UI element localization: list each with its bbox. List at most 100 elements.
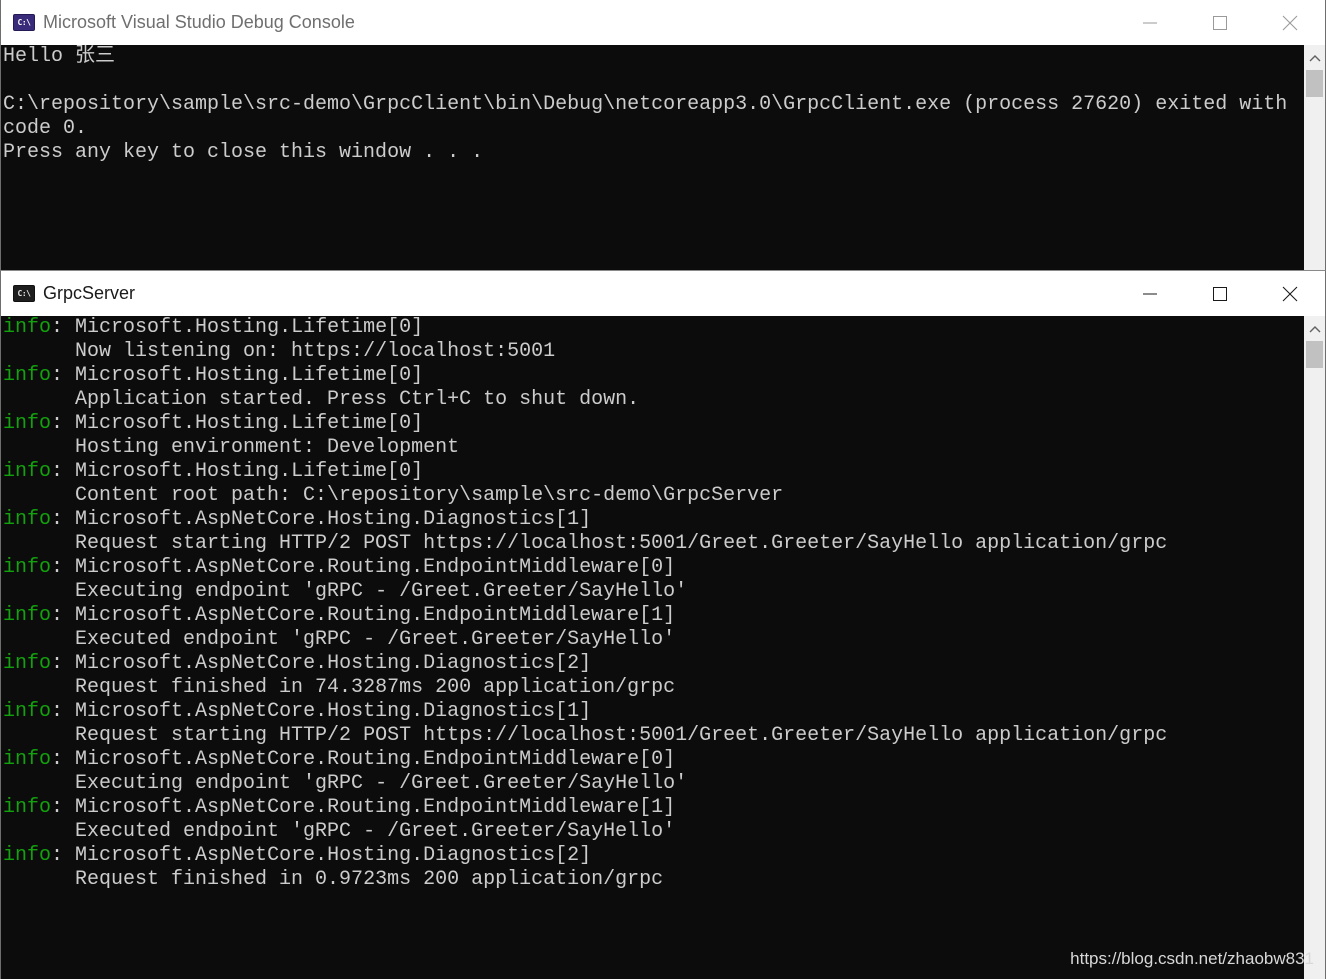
log-indent bbox=[3, 772, 75, 795]
log-separator: : bbox=[51, 604, 76, 627]
log-level: info bbox=[3, 604, 52, 627]
log-separator: : bbox=[51, 364, 76, 387]
log-separator: : bbox=[51, 316, 76, 339]
maximize-button[interactable] bbox=[1185, 271, 1255, 316]
log-category: Microsoft.Hosting.Lifetime[0] bbox=[75, 460, 424, 483]
log-message: Request starting HTTP/2 POST https://loc… bbox=[75, 532, 1168, 555]
log-category: Microsoft.AspNetCore.Hosting.Diagnostics… bbox=[75, 508, 592, 531]
log-indent bbox=[3, 484, 75, 507]
maximize-icon bbox=[1213, 15, 1227, 30]
log-level: info bbox=[3, 364, 52, 387]
watermark-text: https://blog.csdn.net/zhaobw831 bbox=[1070, 949, 1314, 968]
log-separator: : bbox=[51, 460, 76, 483]
console-line: Hello 张三 bbox=[3, 45, 116, 68]
log-entry-header: info: Microsoft.AspNetCore.Routing.Endpo… bbox=[3, 796, 1303, 820]
close-button[interactable] bbox=[1255, 0, 1325, 45]
log-entry-header: info: Microsoft.Hosting.Lifetime[0] bbox=[3, 364, 1303, 388]
log-entry-header: info: Microsoft.Hosting.Lifetime[0] bbox=[3, 316, 1303, 340]
log-separator: : bbox=[51, 412, 76, 435]
log-category: Microsoft.Hosting.Lifetime[0] bbox=[75, 412, 424, 435]
log-separator: : bbox=[51, 796, 76, 819]
log-message: Content root path: C:\repository\sample\… bbox=[75, 484, 784, 507]
log-message: Request finished in 74.3287ms 200 applic… bbox=[75, 676, 676, 699]
log-message: Now listening on: https://localhost:5001 bbox=[75, 340, 556, 363]
log-entry-message: Request starting HTTP/2 POST https://loc… bbox=[3, 532, 1303, 556]
close-button[interactable] bbox=[1255, 271, 1325, 316]
chevron-up-icon bbox=[1309, 54, 1320, 61]
log-entry-header: info: Microsoft.Hosting.Lifetime[0] bbox=[3, 460, 1303, 484]
log-entry-message: Request starting HTTP/2 POST https://loc… bbox=[3, 724, 1303, 748]
log-message: Executed endpoint 'gRPC - /Greet.Greeter… bbox=[75, 820, 676, 843]
console-output[interactable]: Hello 张三 C:\repository\sample\src-demo\G… bbox=[3, 45, 1303, 272]
log-separator: : bbox=[51, 748, 76, 771]
scrollbar-thumb[interactable] bbox=[1306, 341, 1323, 368]
chevron-up-icon bbox=[1309, 325, 1320, 332]
maximize-button[interactable] bbox=[1185, 0, 1255, 45]
log-indent bbox=[3, 676, 75, 699]
log-message: Request finished in 0.9723ms 200 applica… bbox=[75, 868, 664, 891]
grpc-server-window: C:\ GrpcServer info: Microsoft.Hosting.L… bbox=[0, 270, 1326, 979]
console-output[interactable]: info: Microsoft.Hosting.Lifetime[0] Now … bbox=[3, 316, 1303, 979]
log-separator: : bbox=[51, 700, 76, 723]
scroll-up-button[interactable] bbox=[1304, 316, 1325, 341]
log-entry-header: info: Microsoft.AspNetCore.Hosting.Diagn… bbox=[3, 700, 1303, 724]
log-entry-header: info: Microsoft.AspNetCore.Hosting.Diagn… bbox=[3, 652, 1303, 676]
minimize-icon bbox=[1143, 293, 1157, 294]
log-level: info bbox=[3, 316, 52, 339]
close-icon bbox=[1282, 15, 1298, 30]
log-level: info bbox=[3, 796, 52, 819]
log-category: Microsoft.AspNetCore.Hosting.Diagnostics… bbox=[75, 652, 592, 675]
log-separator: : bbox=[51, 556, 76, 579]
log-level: info bbox=[3, 652, 52, 675]
debug-console-titlebar[interactable]: C:\ Microsoft Visual Studio Debug Consol… bbox=[1, 0, 1325, 45]
log-level: info bbox=[3, 748, 52, 771]
window-title: GrpcServer bbox=[43, 283, 136, 303]
log-separator: : bbox=[51, 508, 76, 531]
log-level: info bbox=[3, 460, 52, 483]
log-indent bbox=[3, 724, 75, 747]
log-level: info bbox=[3, 700, 52, 723]
log-entry-message: Executing endpoint 'gRPC - /Greet.Greete… bbox=[3, 772, 1303, 796]
log-entry-header: info: Microsoft.AspNetCore.Hosting.Diagn… bbox=[3, 508, 1303, 532]
log-entry-message: Hosting environment: Development bbox=[3, 436, 1303, 460]
log-message: Executing endpoint 'gRPC - /Greet.Greete… bbox=[75, 580, 688, 603]
log-indent bbox=[3, 436, 75, 459]
scroll-up-button[interactable] bbox=[1304, 45, 1325, 70]
log-level: info bbox=[3, 508, 52, 531]
log-entry-header: info: Microsoft.AspNetCore.Routing.Endpo… bbox=[3, 604, 1303, 628]
log-level: info bbox=[3, 412, 52, 435]
log-category: Microsoft.AspNetCore.Hosting.Diagnostics… bbox=[75, 844, 592, 867]
maximize-icon bbox=[1213, 286, 1227, 301]
log-entry-header: info: Microsoft.AspNetCore.Routing.Endpo… bbox=[3, 556, 1303, 580]
log-level: info bbox=[3, 844, 52, 867]
log-indent bbox=[3, 628, 75, 651]
grpc-server-titlebar[interactable]: C:\ GrpcServer bbox=[1, 271, 1325, 316]
log-indent bbox=[3, 532, 75, 555]
console-app-icon: C:\ bbox=[13, 14, 35, 31]
vertical-scrollbar[interactable] bbox=[1304, 316, 1325, 979]
log-category: Microsoft.Hosting.Lifetime[0] bbox=[75, 316, 424, 339]
minimize-button[interactable] bbox=[1115, 271, 1185, 316]
minimize-button[interactable] bbox=[1115, 0, 1185, 45]
log-entry-message: Request finished in 0.9723ms 200 applica… bbox=[3, 868, 1303, 892]
vertical-scrollbar[interactable] bbox=[1304, 45, 1325, 272]
debug-console-window: C:\ Microsoft Visual Studio Debug Consol… bbox=[0, 0, 1326, 272]
log-entry-message: Request finished in 74.3287ms 200 applic… bbox=[3, 676, 1303, 700]
log-message: Hosting environment: Development bbox=[75, 436, 460, 459]
log-indent bbox=[3, 580, 75, 603]
log-entry-header: info: Microsoft.Hosting.Lifetime[0] bbox=[3, 412, 1303, 436]
log-entry-message: Executed endpoint 'gRPC - /Greet.Greeter… bbox=[3, 628, 1303, 652]
log-entry-message: Executed endpoint 'gRPC - /Greet.Greeter… bbox=[3, 820, 1303, 844]
log-indent bbox=[3, 388, 75, 411]
log-category: Microsoft.AspNetCore.Routing.EndpointMid… bbox=[75, 556, 676, 579]
scrollbar-thumb[interactable] bbox=[1306, 70, 1323, 97]
log-message: Request starting HTTP/2 POST https://loc… bbox=[75, 724, 1168, 747]
log-category: Microsoft.AspNetCore.Hosting.Diagnostics… bbox=[75, 700, 592, 723]
log-indent bbox=[3, 820, 75, 843]
log-entry-message: Application started. Press Ctrl+C to shu… bbox=[3, 388, 1303, 412]
log-message: Application started. Press Ctrl+C to shu… bbox=[75, 388, 640, 411]
console-line: Press any key to close this window . . . bbox=[3, 141, 484, 164]
log-entry-message: Content root path: C:\repository\sample\… bbox=[3, 484, 1303, 508]
window-title: Microsoft Visual Studio Debug Console bbox=[43, 12, 355, 32]
